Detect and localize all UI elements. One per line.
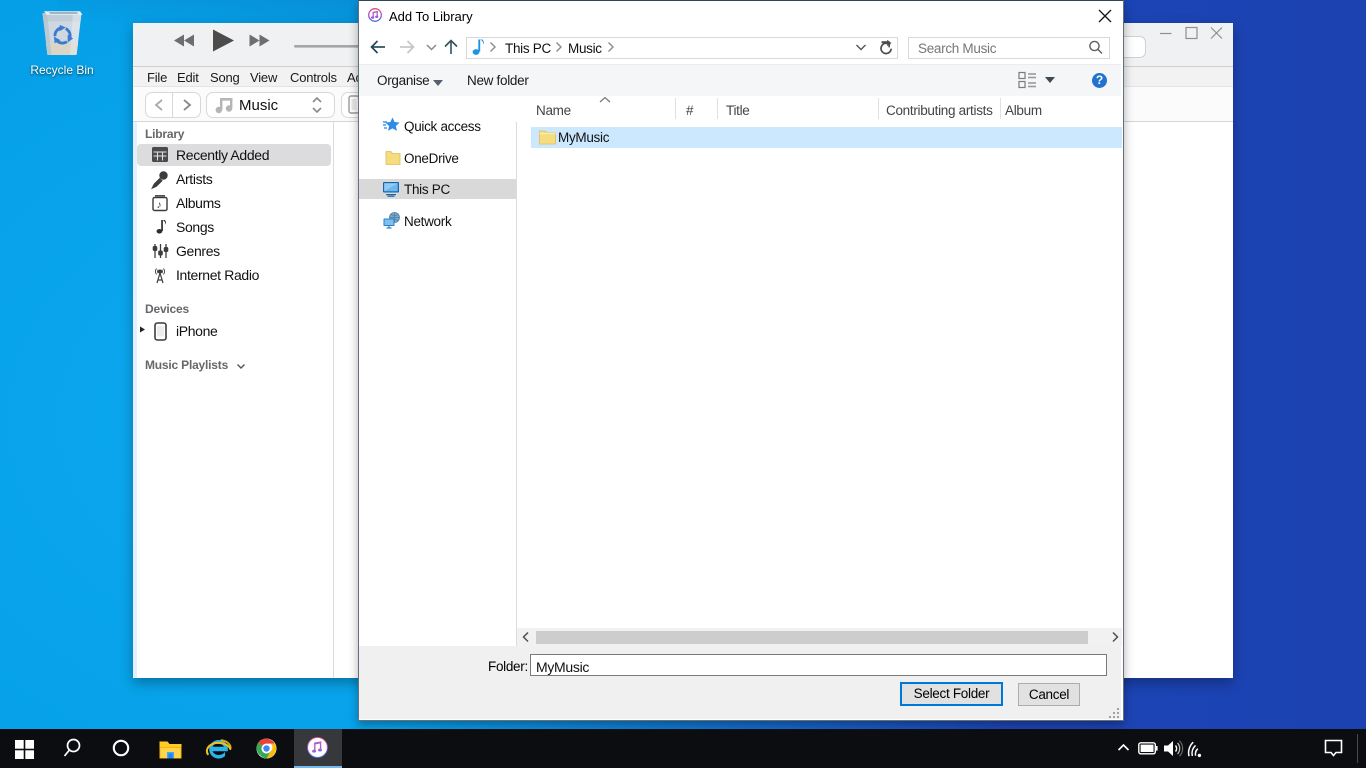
svg-text:♪: ♪ <box>157 200 162 211</box>
svg-text:Music: Music <box>239 97 279 114</box>
